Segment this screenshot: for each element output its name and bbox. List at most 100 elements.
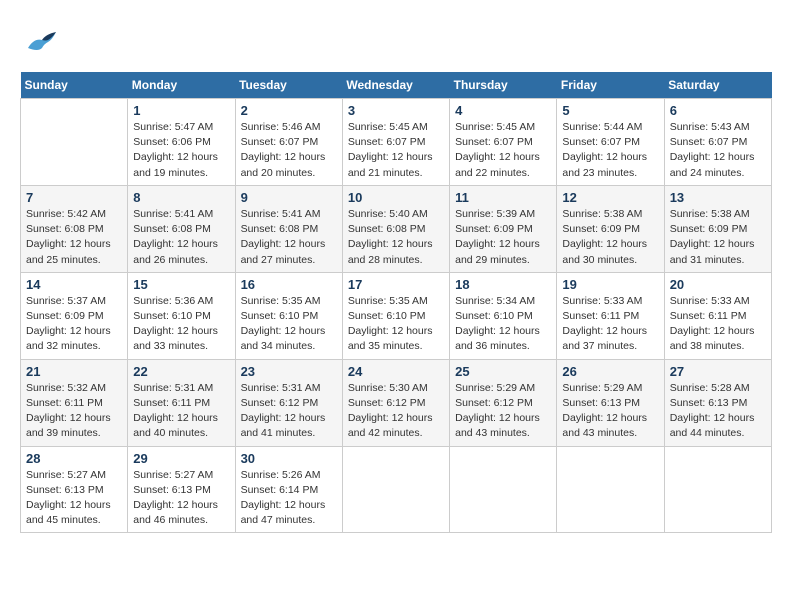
calendar-cell: 5 Sunrise: 5:44 AM Sunset: 6:07 PM Daylig… — [557, 99, 664, 186]
day-number: 16 — [241, 277, 337, 292]
calendar-cell — [21, 99, 128, 186]
calendar-cell: 7 Sunrise: 5:42 AM Sunset: 6:08 PM Daylig… — [21, 185, 128, 272]
calendar-week-row: 21 Sunrise: 5:32 AM Sunset: 6:11 PM Dayli… — [21, 359, 772, 446]
calendar-cell: 29 Sunrise: 5:27 AM Sunset: 6:13 PM Dayli… — [128, 446, 235, 533]
calendar-cell: 2 Sunrise: 5:46 AM Sunset: 6:07 PM Daylig… — [235, 99, 342, 186]
calendar-cell: 24 Sunrise: 5:30 AM Sunset: 6:12 PM Dayli… — [342, 359, 449, 446]
calendar-week-row: 1 Sunrise: 5:47 AM Sunset: 6:06 PM Daylig… — [21, 99, 772, 186]
header-friday: Friday — [557, 72, 664, 99]
day-info: Sunrise: 5:35 AM Sunset: 6:10 PM Dayligh… — [241, 294, 337, 355]
day-info: Sunrise: 5:32 AM Sunset: 6:11 PM Dayligh… — [26, 381, 122, 442]
day-number: 27 — [670, 364, 766, 379]
calendar-cell: 14Sunrise: 5:37 AM Sunset: 6:09 PM Dayli… — [21, 272, 128, 359]
day-info: Sunrise: 5:40 AM Sunset: 6:08 PM Dayligh… — [348, 207, 444, 268]
logo-icon — [20, 20, 64, 64]
day-number: 4 — [455, 103, 551, 118]
day-number: 22 — [133, 364, 229, 379]
day-info: Sunrise: 5:34 AM Sunset: 6:10 PM Dayligh… — [455, 294, 551, 355]
day-number: 18 — [455, 277, 551, 292]
calendar-cell: 15 Sunrise: 5:36 AM Sunset: 6:10 PM Dayli… — [128, 272, 235, 359]
day-info: Sunrise: 5:27 AM Sunset: 6:13 PM Dayligh… — [133, 468, 229, 529]
calendar-cell: 18 Sunrise: 5:34 AM Sunset: 6:10 PM Dayli… — [450, 272, 557, 359]
calendar-cell: 1 Sunrise: 5:47 AM Sunset: 6:06 PM Daylig… — [128, 99, 235, 186]
calendar-cell: 19Sunrise: 5:33 AM Sunset: 6:11 PM Dayli… — [557, 272, 664, 359]
day-number: 12 — [562, 190, 658, 205]
calendar-cell: 22Sunrise: 5:31 AM Sunset: 6:11 PM Dayli… — [128, 359, 235, 446]
day-number: 17 — [348, 277, 444, 292]
day-info: Sunrise: 5:35 AM Sunset: 6:10 PM Dayligh… — [348, 294, 444, 355]
calendar-table: SundayMondayTuesdayWednesdayThursdayFrid… — [20, 72, 772, 533]
day-number: 25 — [455, 364, 551, 379]
calendar-cell: 8 Sunrise: 5:41 AM Sunset: 6:08 PM Daylig… — [128, 185, 235, 272]
day-info: Sunrise: 5:30 AM Sunset: 6:12 PM Dayligh… — [348, 381, 444, 442]
day-number: 3 — [348, 103, 444, 118]
day-number: 20 — [670, 277, 766, 292]
calendar-cell — [450, 446, 557, 533]
calendar-cell: 28 Sunrise: 5:27 AM Sunset: 6:13 PM Dayli… — [21, 446, 128, 533]
day-number: 26 — [562, 364, 658, 379]
logo — [20, 20, 68, 64]
day-number: 5 — [562, 103, 658, 118]
day-number: 23 — [241, 364, 337, 379]
day-info: Sunrise: 5:38 AM Sunset: 6:09 PM Dayligh… — [562, 207, 658, 268]
day-number: 2 — [241, 103, 337, 118]
day-info: Sunrise: 5:29 AM Sunset: 6:12 PM Dayligh… — [455, 381, 551, 442]
day-info: Sunrise: 5:41 AM Sunset: 6:08 PM Dayligh… — [133, 207, 229, 268]
day-info: Sunrise: 5:45 AM Sunset: 6:07 PM Dayligh… — [348, 120, 444, 181]
day-number: 6 — [670, 103, 766, 118]
day-info: Sunrise: 5:43 AM Sunset: 6:07 PM Dayligh… — [670, 120, 766, 181]
day-number: 21 — [26, 364, 122, 379]
header-sunday: Sunday — [21, 72, 128, 99]
day-number: 11 — [455, 190, 551, 205]
day-number: 13 — [670, 190, 766, 205]
day-info: Sunrise: 5:38 AM Sunset: 6:09 PM Dayligh… — [670, 207, 766, 268]
header-saturday: Saturday — [664, 72, 771, 99]
calendar-cell: 20 Sunrise: 5:33 AM Sunset: 6:11 PM Dayli… — [664, 272, 771, 359]
day-info: Sunrise: 5:46 AM Sunset: 6:07 PM Dayligh… — [241, 120, 337, 181]
calendar-cell: 16 Sunrise: 5:35 AM Sunset: 6:10 PM Dayli… — [235, 272, 342, 359]
day-number: 24 — [348, 364, 444, 379]
calendar-cell: 6 Sunrise: 5:43 AM Sunset: 6:07 PM Daylig… — [664, 99, 771, 186]
calendar-cell: 27Sunrise: 5:28 AM Sunset: 6:13 PM Dayli… — [664, 359, 771, 446]
calendar-cell — [664, 446, 771, 533]
calendar-cell: 9 Sunrise: 5:41 AM Sunset: 6:08 PM Daylig… — [235, 185, 342, 272]
calendar-week-row: 7 Sunrise: 5:42 AM Sunset: 6:08 PM Daylig… — [21, 185, 772, 272]
day-number: 19 — [562, 277, 658, 292]
day-info: Sunrise: 5:44 AM Sunset: 6:07 PM Dayligh… — [562, 120, 658, 181]
calendar-cell: 26Sunrise: 5:29 AM Sunset: 6:13 PM Dayli… — [557, 359, 664, 446]
header-tuesday: Tuesday — [235, 72, 342, 99]
day-info: Sunrise: 5:33 AM Sunset: 6:11 PM Dayligh… — [670, 294, 766, 355]
calendar-cell: 30Sunrise: 5:26 AM Sunset: 6:14 PM Dayli… — [235, 446, 342, 533]
calendar-week-row: 14Sunrise: 5:37 AM Sunset: 6:09 PM Dayli… — [21, 272, 772, 359]
calendar-cell: 17 Sunrise: 5:35 AM Sunset: 6:10 PM Dayli… — [342, 272, 449, 359]
calendar-cell: 4Sunrise: 5:45 AM Sunset: 6:07 PM Daylig… — [450, 99, 557, 186]
calendar-cell: 13 Sunrise: 5:38 AM Sunset: 6:09 PM Dayli… — [664, 185, 771, 272]
calendar-cell: 23 Sunrise: 5:31 AM Sunset: 6:12 PM Dayli… — [235, 359, 342, 446]
day-info: Sunrise: 5:47 AM Sunset: 6:06 PM Dayligh… — [133, 120, 229, 181]
day-number: 28 — [26, 451, 122, 466]
day-number: 9 — [241, 190, 337, 205]
day-number: 7 — [26, 190, 122, 205]
day-info: Sunrise: 5:31 AM Sunset: 6:12 PM Dayligh… — [241, 381, 337, 442]
calendar-cell: 10 Sunrise: 5:40 AM Sunset: 6:08 PM Dayli… — [342, 185, 449, 272]
day-info: Sunrise: 5:27 AM Sunset: 6:13 PM Dayligh… — [26, 468, 122, 529]
day-number: 29 — [133, 451, 229, 466]
day-number: 8 — [133, 190, 229, 205]
header-monday: Monday — [128, 72, 235, 99]
calendar-header-row: SundayMondayTuesdayWednesdayThursdayFrid… — [21, 72, 772, 99]
calendar-cell — [342, 446, 449, 533]
calendar-cell: 3 Sunrise: 5:45 AM Sunset: 6:07 PM Daylig… — [342, 99, 449, 186]
day-number: 15 — [133, 277, 229, 292]
header-wednesday: Wednesday — [342, 72, 449, 99]
day-info: Sunrise: 5:42 AM Sunset: 6:08 PM Dayligh… — [26, 207, 122, 268]
calendar-cell: 21 Sunrise: 5:32 AM Sunset: 6:11 PM Dayli… — [21, 359, 128, 446]
calendar-cell: 25 Sunrise: 5:29 AM Sunset: 6:12 PM Dayli… — [450, 359, 557, 446]
day-number: 30 — [241, 451, 337, 466]
day-number: 10 — [348, 190, 444, 205]
header-thursday: Thursday — [450, 72, 557, 99]
day-info: Sunrise: 5:39 AM Sunset: 6:09 PM Dayligh… — [455, 207, 551, 268]
day-info: Sunrise: 5:41 AM Sunset: 6:08 PM Dayligh… — [241, 207, 337, 268]
day-number: 1 — [133, 103, 229, 118]
day-number: 14 — [26, 277, 122, 292]
day-info: Sunrise: 5:36 AM Sunset: 6:10 PM Dayligh… — [133, 294, 229, 355]
